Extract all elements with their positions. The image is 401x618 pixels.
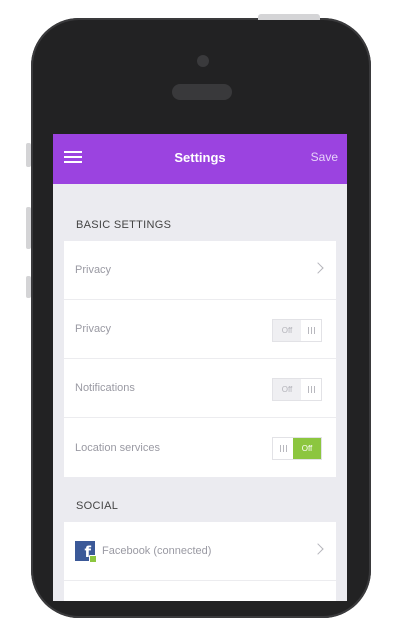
app-header: Settings Save xyxy=(53,134,347,184)
checkmark-badge-icon xyxy=(89,555,97,563)
toggle-state-label: Off xyxy=(273,379,301,400)
settings-row-privacy-link[interactable]: Privacy xyxy=(64,241,336,300)
mute-switch xyxy=(26,143,31,167)
row-label: Location services xyxy=(75,441,160,454)
camera-icon xyxy=(197,55,209,67)
volume-up-button xyxy=(26,207,31,249)
settings-row-privacy-toggle: Privacy Off xyxy=(64,300,336,359)
power-button xyxy=(258,14,320,20)
toggle-knob xyxy=(273,438,293,459)
social-card: f Facebook (connected) xyxy=(64,522,336,601)
section-label-basic-settings: BASIC SETTINGS xyxy=(76,219,172,231)
toggle-knob xyxy=(301,379,321,400)
toggle-state-label: Off xyxy=(273,320,301,341)
toggle-state-label: Off xyxy=(293,438,321,459)
row-label: Notifications xyxy=(75,382,135,394)
chevron-right-icon xyxy=(312,262,324,274)
basic-settings-card: Privacy Privacy Off Notifications Off Lo… xyxy=(64,241,336,477)
settings-row-next[interactable] xyxy=(64,581,336,601)
app-screen: Settings Save BASIC SETTINGS Privacy Pri… xyxy=(53,134,347,601)
privacy-toggle[interactable]: Off xyxy=(272,319,322,342)
page-title: Settings xyxy=(174,150,226,165)
notifications-toggle[interactable]: Off xyxy=(272,378,322,401)
location-services-toggle[interactable]: Off xyxy=(272,437,322,460)
volume-down-button xyxy=(26,276,31,298)
row-label: Privacy xyxy=(75,323,112,335)
section-label-social: SOCIAL xyxy=(76,500,119,512)
chevron-right-icon xyxy=(312,543,324,555)
toggle-knob xyxy=(301,320,321,341)
settings-row-notifications: Notifications Off xyxy=(64,359,336,418)
row-label: Privacy xyxy=(75,264,112,276)
row-label: Facebook (connected) xyxy=(102,545,212,557)
settings-row-location-services: Location services Off xyxy=(64,418,336,477)
speaker-grille xyxy=(172,84,232,100)
save-button[interactable]: Save xyxy=(311,150,338,164)
facebook-icon: f xyxy=(75,541,97,563)
settings-row-facebook[interactable]: f Facebook (connected) xyxy=(64,522,336,581)
